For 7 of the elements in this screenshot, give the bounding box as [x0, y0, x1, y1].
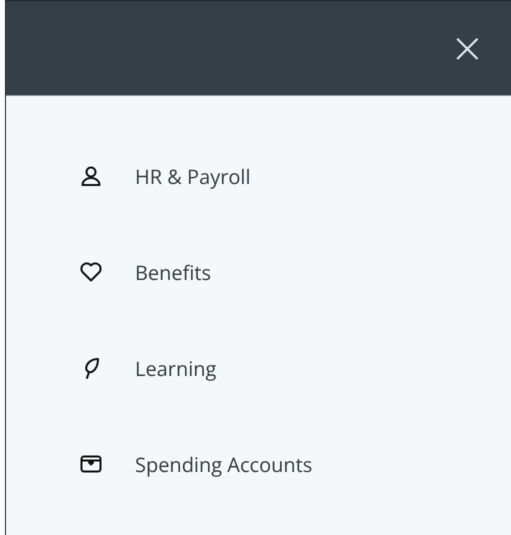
person-icon — [79, 164, 103, 188]
menu-item[interactable]: HR & Payroll — [135, 162, 251, 190]
close-button[interactable]: × — [446, 27, 489, 69]
heart-icon — [79, 260, 103, 284]
menu-item[interactable]: Spending Accounts — [135, 450, 312, 478]
menu-item[interactable]: Learning — [135, 354, 216, 382]
menu-item[interactable]: Benefits — [135, 258, 212, 286]
